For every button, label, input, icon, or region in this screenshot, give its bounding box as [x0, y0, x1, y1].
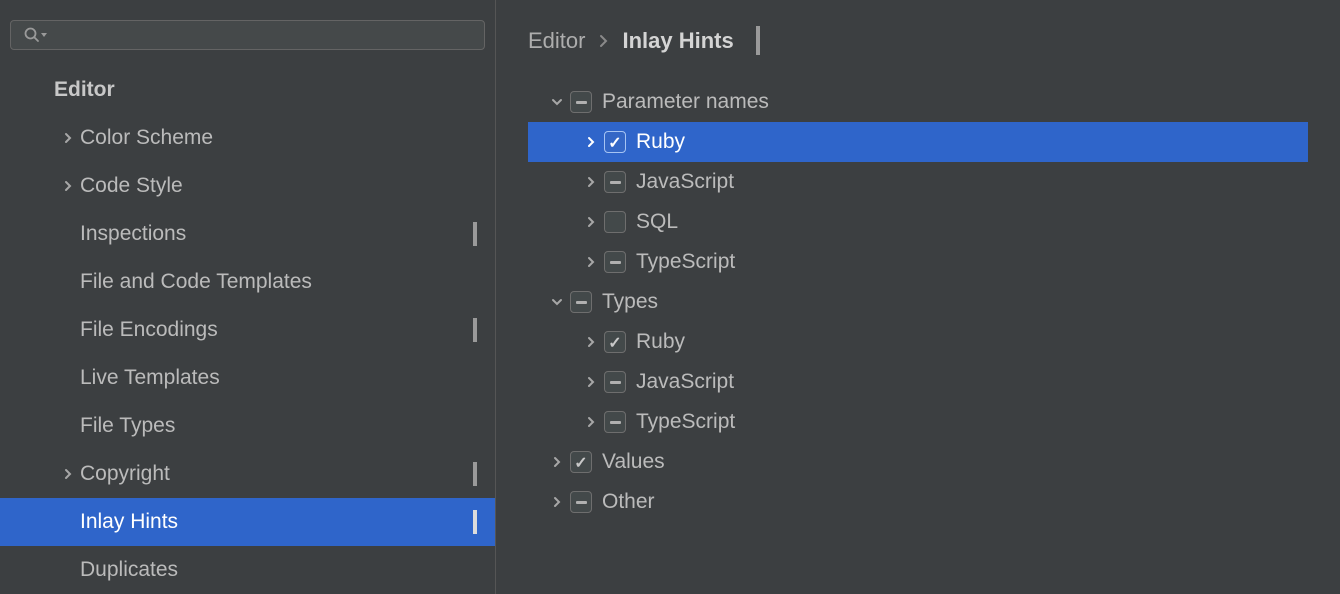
- sidebar-item-label: Inspections: [80, 222, 473, 246]
- chevron-right-icon[interactable]: [578, 215, 604, 229]
- tree-row-typescript[interactable]: TypeScript: [528, 242, 1308, 282]
- chevron-right-icon[interactable]: [578, 175, 604, 189]
- search-dropdown-icon[interactable]: [39, 30, 49, 40]
- settings-tree: Editor Color Scheme Code Style Inspections…: [0, 60, 495, 594]
- tree-row-label: JavaScript: [636, 170, 734, 194]
- tree-row-label: Other: [602, 490, 655, 514]
- tree-row-label: TypeScript: [636, 410, 735, 434]
- project-scope-icon: [756, 28, 760, 54]
- tree-row-values[interactable]: Values: [528, 442, 1308, 482]
- mixed-icon: [610, 261, 621, 264]
- chevron-right-icon: [56, 131, 80, 145]
- tree-row-javascript[interactable]: JavaScript: [528, 162, 1308, 202]
- project-scope-icon: [473, 320, 477, 341]
- checkbox[interactable]: [604, 171, 626, 193]
- mixed-icon: [576, 501, 587, 504]
- mixed-icon: [610, 381, 621, 384]
- tree-row-types[interactable]: Types: [528, 282, 1308, 322]
- project-scope-icon: [473, 464, 477, 485]
- sidebar-item-color-scheme[interactable]: Color Scheme: [0, 114, 495, 162]
- checkmark-icon: [608, 132, 621, 153]
- tree-row-other[interactable]: Other: [528, 482, 1308, 522]
- checkbox[interactable]: [604, 251, 626, 273]
- checkbox[interactable]: [604, 211, 626, 233]
- mixed-icon: [610, 421, 621, 424]
- chevron-right-icon[interactable]: [578, 135, 604, 149]
- sidebar-item-label: Live Templates: [80, 366, 495, 390]
- tree-row-label: Ruby: [636, 130, 685, 154]
- tree-row-parameter-names[interactable]: Parameter names: [528, 82, 1308, 122]
- settings-sidebar: Editor Color Scheme Code Style Inspections…: [0, 0, 496, 594]
- mixed-icon: [576, 101, 587, 104]
- chevron-right-icon[interactable]: [578, 415, 604, 429]
- sidebar-item-label: File Encodings: [80, 318, 473, 342]
- checkmark-icon: [574, 452, 587, 473]
- mixed-icon: [576, 301, 587, 304]
- sidebar-item-inspections[interactable]: Inspections: [0, 210, 495, 258]
- sidebar-item-file-types[interactable]: File Types: [0, 402, 495, 450]
- chevron-right-icon[interactable]: [578, 255, 604, 269]
- tree-row-sql[interactable]: SQL: [528, 202, 1308, 242]
- checkbox[interactable]: [570, 491, 592, 513]
- tree-row-label: Types: [602, 290, 658, 314]
- sidebar-item-label: Copyright: [80, 462, 473, 486]
- tree-row-label: Values: [602, 450, 665, 474]
- checkbox[interactable]: [570, 91, 592, 113]
- breadcrumb: Editor Inlay Hints: [528, 28, 1308, 78]
- tree-row-label: Ruby: [636, 330, 685, 354]
- sidebar-item-label: Inlay Hints: [80, 510, 473, 534]
- tree-section-header: Editor: [0, 70, 495, 114]
- chevron-down-icon[interactable]: [544, 297, 570, 307]
- sidebar-item-file-and-code-templates[interactable]: File and Code Templates: [0, 258, 495, 306]
- sidebar-item-live-templates[interactable]: Live Templates: [0, 354, 495, 402]
- tree-row-label: JavaScript: [636, 370, 734, 394]
- chevron-right-icon[interactable]: [544, 495, 570, 509]
- checkbox[interactable]: [570, 291, 592, 313]
- sidebar-item-copyright[interactable]: Copyright: [0, 450, 495, 498]
- search-input[interactable]: [10, 20, 485, 50]
- tree-section-label: Editor: [54, 78, 115, 101]
- settings-content: Editor Inlay Hints Parameter names Ruby Ja…: [496, 0, 1340, 594]
- sidebar-item-code-style[interactable]: Code Style: [0, 162, 495, 210]
- inlay-hints-tree: Parameter names Ruby JavaScript SQL TypeScri…: [528, 78, 1308, 522]
- sidebar-item-label: Code Style: [80, 174, 495, 198]
- sidebar-item-label: File and Code Templates: [80, 270, 495, 294]
- mixed-icon: [610, 181, 621, 184]
- sidebar-item-label: File Types: [80, 414, 495, 438]
- chevron-right-icon: [599, 34, 608, 48]
- checkbox[interactable]: [604, 411, 626, 433]
- chevron-down-icon[interactable]: [544, 97, 570, 107]
- tree-row-label: TypeScript: [636, 250, 735, 274]
- tree-row-ruby[interactable]: Ruby: [528, 322, 1308, 362]
- checkmark-icon: [608, 332, 621, 353]
- breadcrumb-parent[interactable]: Editor: [528, 28, 585, 54]
- checkbox[interactable]: [604, 371, 626, 393]
- breadcrumb-current: Inlay Hints: [622, 28, 733, 54]
- sidebar-item-label: Duplicates: [80, 558, 495, 582]
- project-scope-icon: [473, 512, 477, 533]
- tree-row-ruby[interactable]: Ruby: [528, 122, 1308, 162]
- checkbox[interactable]: [570, 451, 592, 473]
- chevron-right-icon[interactable]: [578, 375, 604, 389]
- sidebar-item-inlay-hints[interactable]: Inlay Hints: [0, 498, 495, 546]
- project-scope-icon: [473, 224, 477, 245]
- chevron-right-icon[interactable]: [578, 335, 604, 349]
- checkbox[interactable]: [604, 331, 626, 353]
- sidebar-item-label: Color Scheme: [80, 126, 495, 150]
- chevron-right-icon[interactable]: [544, 455, 570, 469]
- tree-row-label: SQL: [636, 210, 678, 234]
- tree-row-typescript[interactable]: TypeScript: [528, 402, 1308, 442]
- sidebar-item-duplicates[interactable]: Duplicates: [0, 546, 495, 594]
- chevron-right-icon: [56, 467, 80, 481]
- checkbox[interactable]: [604, 131, 626, 153]
- tree-row-javascript[interactable]: JavaScript: [528, 362, 1308, 402]
- sidebar-item-file-encodings[interactable]: File Encodings: [0, 306, 495, 354]
- tree-row-label: Parameter names: [602, 90, 769, 114]
- chevron-right-icon: [56, 179, 80, 193]
